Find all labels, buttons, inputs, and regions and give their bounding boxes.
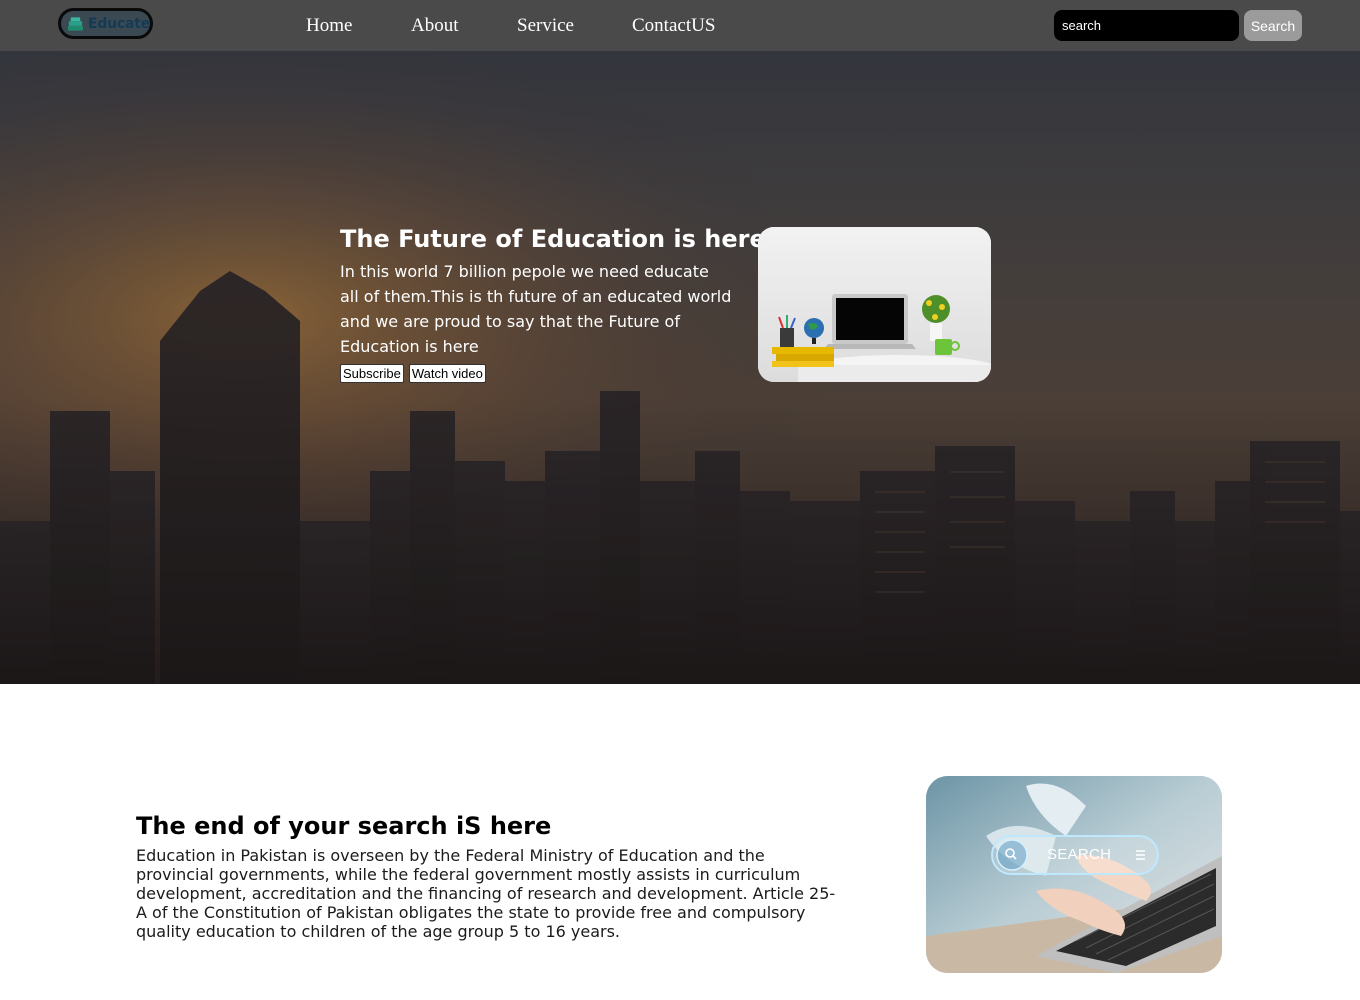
- search-input[interactable]: [1054, 10, 1239, 41]
- nav-link-service[interactable]: Service: [517, 15, 574, 37]
- section-title: The end of your search iS here: [136, 812, 552, 840]
- hero-section: The Future of Education is here In this …: [0, 51, 1360, 684]
- hero-title: The Future of Education is here: [340, 225, 766, 253]
- subscribe-button[interactable]: Subscribe: [340, 364, 404, 383]
- navbar: Educate Home About Service ContactUS Sea…: [0, 0, 1360, 51]
- hero-image-desk: [758, 227, 991, 382]
- image-search-label: SEARCH: [1047, 846, 1112, 863]
- nav-link-home[interactable]: Home: [306, 15, 352, 37]
- nav-link-about[interactable]: About: [411, 15, 459, 37]
- hero-buttons: Subscribe Watch video: [340, 364, 486, 383]
- desk-laptop-illustration: [758, 227, 991, 382]
- nav-link-contact[interactable]: ContactUS: [632, 15, 715, 37]
- books-stack-icon: [67, 16, 84, 31]
- watch-video-button[interactable]: Watch video: [408, 364, 486, 383]
- section-description: Education in Pakistan is overseen by the…: [136, 846, 836, 941]
- typing-laptop-illustration: [926, 776, 1222, 973]
- hero-description: In this world 7 billion pepole we need e…: [340, 262, 732, 356]
- hero-background-cityscape: [0, 51, 1360, 684]
- section-image-typing: SEARCH: [926, 776, 1222, 973]
- logo-text: Educate: [87, 15, 150, 32]
- search-button[interactable]: Search: [1244, 10, 1302, 41]
- logo[interactable]: Educate: [58, 8, 153, 39]
